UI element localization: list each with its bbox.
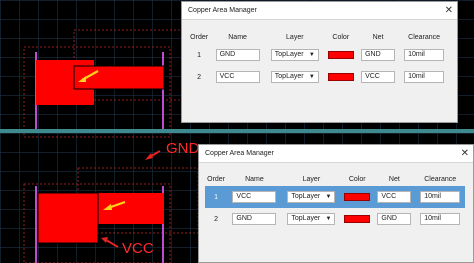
- column-header-net: Net: [372, 33, 384, 41]
- order-cell: 1: [197, 51, 202, 59]
- clearance-input[interactable]: 10mil: [404, 49, 445, 61]
- column-header-color: Color: [332, 33, 350, 41]
- order-cell: 2: [214, 215, 219, 223]
- arrow-head-icon: [145, 153, 153, 160]
- column-header-clearance: Clearance: [424, 175, 457, 183]
- column-header-layer: Layer: [302, 175, 321, 183]
- clearance-input[interactable]: 10mil: [420, 213, 461, 225]
- dialog-body: Order Name Layer Color Net Clearance 1 V…: [205, 172, 465, 254]
- order-cell: 2: [197, 73, 202, 81]
- chevron-down-icon: ▼: [325, 216, 332, 222]
- titlebar[interactable]: Copper Area Manager ✕: [199, 145, 473, 163]
- column-header-name: Name: [228, 33, 247, 41]
- net-input[interactable]: VCC: [361, 71, 396, 83]
- net-input[interactable]: GND: [361, 49, 396, 61]
- dialog-title: Copper Area Manager: [188, 7, 257, 14]
- arrow-icon: [105, 239, 119, 248]
- column-header-name: Name: [245, 175, 264, 183]
- net-input[interactable]: VCC: [377, 191, 412, 203]
- layer-select[interactable]: TopLayer ▼: [287, 191, 336, 203]
- column-header-layer: Layer: [286, 33, 304, 41]
- layer-select[interactable]: TopLayer ▼: [270, 71, 319, 83]
- color-swatch[interactable]: [344, 215, 371, 223]
- gnd-label: GND: [166, 140, 200, 157]
- column-header-order: Order: [207, 175, 226, 183]
- table-header: Order Name Layer Color Net Clearance: [205, 172, 465, 186]
- arrow-head-icon: [101, 237, 108, 243]
- layer-select[interactable]: TopLayer ▼: [287, 213, 336, 225]
- layer-select[interactable]: TopLayer ▼: [270, 49, 319, 61]
- copper-area-table: Order Name Layer Color Net Clearance 1 V…: [205, 172, 465, 230]
- canvas-divider: [0, 129, 474, 133]
- close-icon[interactable]: ✕: [461, 148, 469, 159]
- titlebar[interactable]: Copper Area Manager ✕: [182, 2, 457, 20]
- dialog-body: Order Name Layer Color Net Clearance 1 G…: [188, 30, 449, 114]
- table-row-selected[interactable]: 1 VCC TopLayer ▼ VCC 10mil: [205, 186, 465, 208]
- copper-area-manager-dialog-bottom[interactable]: Copper Area Manager ✕ Order Name Layer C…: [198, 144, 474, 263]
- column-header-clearance: Clearance: [408, 33, 441, 41]
- name-input[interactable]: VCC: [232, 191, 277, 203]
- layer-value: TopLayer: [291, 193, 321, 200]
- color-swatch[interactable]: [327, 51, 354, 59]
- vcc-label: VCC: [122, 240, 154, 257]
- layer-value: TopLayer: [274, 73, 304, 80]
- table-header: Order Name Layer Color Net Clearance: [188, 30, 449, 44]
- clearance-input[interactable]: 10mil: [404, 71, 445, 83]
- column-header-color: Color: [348, 175, 366, 183]
- table-row[interactable]: 2 GND TopLayer ▼ GND 10mil: [205, 208, 465, 230]
- dialog-title: Copper Area Manager: [205, 150, 274, 157]
- order-cell: 1: [205, 186, 228, 208]
- name-input[interactable]: GND: [232, 213, 277, 225]
- vcc-copper-area[interactable]: [37, 192, 99, 244]
- layer-value: TopLayer: [274, 51, 304, 58]
- chevron-down-icon: ▼: [308, 74, 315, 80]
- column-header-net: Net: [388, 175, 400, 183]
- copper-area-table: Order Name Layer Color Net Clearance 1 G…: [188, 30, 449, 88]
- close-icon[interactable]: ✕: [445, 5, 453, 16]
- table-row[interactable]: 1 GND TopLayer ▼ GND 10mil: [188, 44, 449, 66]
- clearance-input[interactable]: 10mil: [420, 191, 461, 203]
- layer-value: TopLayer: [291, 215, 321, 222]
- color-swatch[interactable]: [327, 73, 354, 81]
- color-swatch[interactable]: [344, 193, 371, 201]
- column-header-order: Order: [190, 33, 209, 41]
- name-input[interactable]: GND: [215, 49, 260, 61]
- copper-area-manager-dialog-top[interactable]: Copper Area Manager ✕ Order Name Layer C…: [181, 1, 458, 123]
- net-input[interactable]: GND: [377, 213, 412, 225]
- name-input[interactable]: VCC: [215, 71, 260, 83]
- chevron-down-icon: ▼: [308, 52, 315, 58]
- chevron-down-icon: ▼: [325, 194, 332, 200]
- table-row[interactable]: 2 VCC TopLayer ▼ VCC 10mil: [188, 66, 449, 88]
